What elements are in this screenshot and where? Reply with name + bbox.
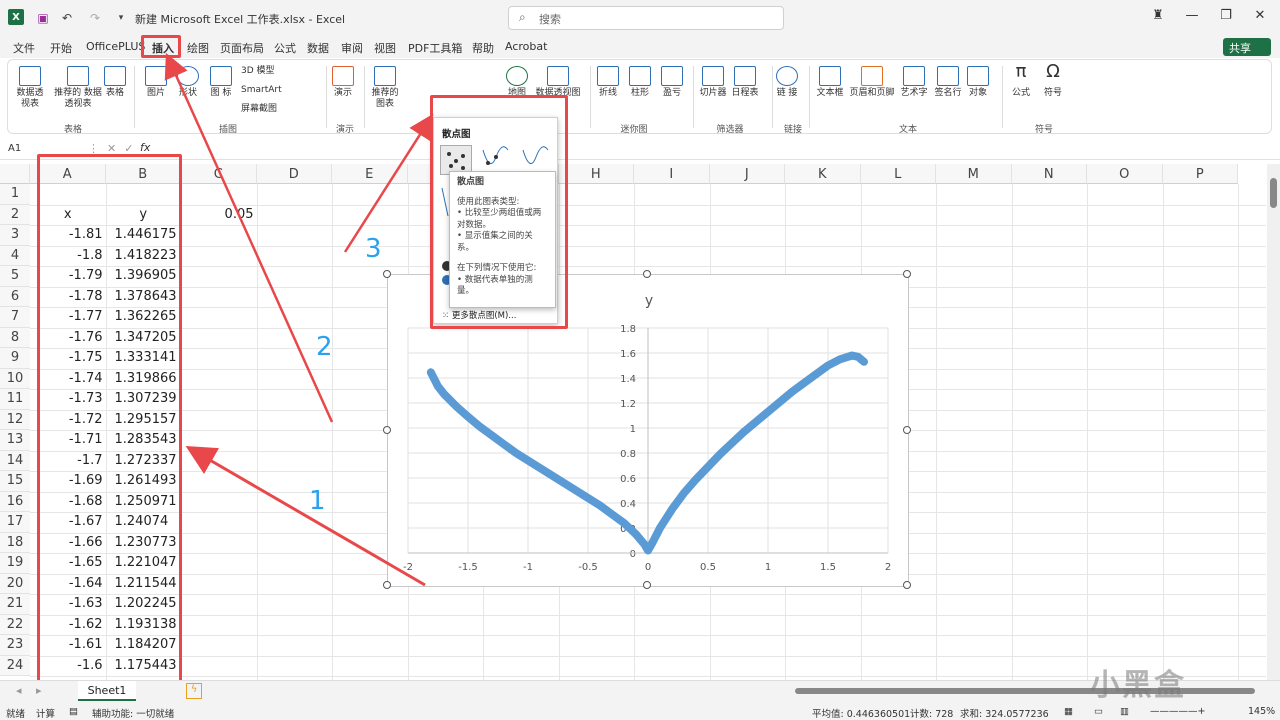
accessibility-status[interactable]: 辅助功能: 一切就绪 xyxy=(92,706,174,720)
status-sum: 求和: 324.0577236 xyxy=(960,709,1049,720)
vertical-scrollbar[interactable] xyxy=(1267,164,1280,680)
zoom-slider[interactable]: —————+ xyxy=(1150,706,1205,717)
status-bar: 就绪 计算 ▤ 辅助功能: 一切就绪 平均值: 0.446360501 计数: … xyxy=(0,702,1280,720)
status-count: 计数: 728 xyxy=(910,709,954,720)
page-layout-view-icon[interactable]: ▭ xyxy=(1094,706,1103,717)
annotation-label-2: 2 xyxy=(316,332,333,362)
sheet-tab-bar: ◂ ▸ Sheet1 ϟ xyxy=(0,680,1280,702)
watermark: 小黑盒 xyxy=(1090,668,1186,703)
annotation-arrows xyxy=(164,52,434,587)
horizontal-scrollbar[interactable] xyxy=(795,688,1255,694)
scroll-thumb[interactable] xyxy=(1270,178,1277,208)
quick-action-icon[interactable]: ϟ xyxy=(186,683,202,699)
status-average: 平均值: 0.446360501 xyxy=(812,709,911,720)
status-ready: 就绪 xyxy=(6,709,26,720)
status-calc[interactable]: 计算 xyxy=(36,706,55,720)
annotation-label-3: 3 xyxy=(365,234,382,264)
zoom-level[interactable]: 145% xyxy=(1248,706,1275,717)
macro-icon[interactable]: ▤ xyxy=(69,706,78,717)
sheet-tab[interactable]: Sheet1 xyxy=(78,681,136,701)
next-sheet-icon[interactable]: ▸ xyxy=(36,684,42,697)
annotation-label-1: 1 xyxy=(309,486,326,516)
page-break-view-icon[interactable]: ▥ xyxy=(1120,706,1129,717)
normal-view-icon[interactable]: ▦ xyxy=(1064,706,1073,717)
prev-sheet-icon[interactable]: ◂ xyxy=(16,684,22,697)
